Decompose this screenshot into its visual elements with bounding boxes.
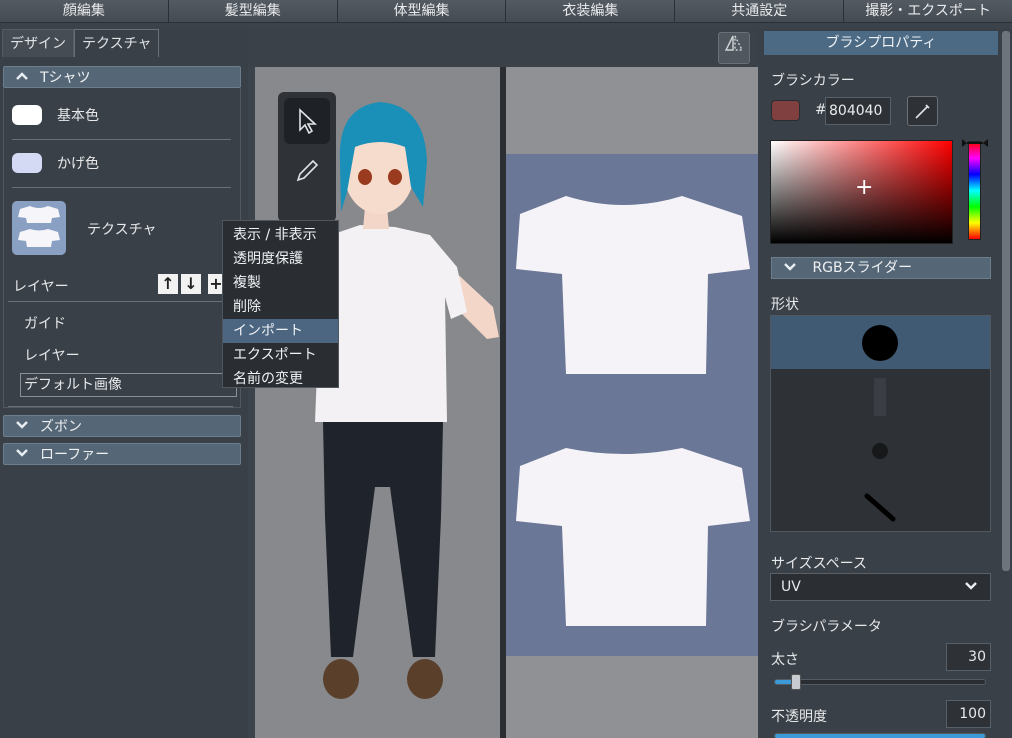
- pencil-icon: [284, 159, 330, 198]
- brush-shapes: [862, 325, 898, 522]
- arrow-up-icon: ↑: [161, 274, 175, 293]
- texture-label: テクスチャ: [87, 222, 157, 238]
- mirror-icon: [724, 35, 744, 56]
- brush-color-swatch[interactable]: [771, 100, 800, 121]
- mirror-button[interactable]: [718, 32, 750, 64]
- crosshair-icon: +: [855, 175, 874, 200]
- layer-up-button[interactable]: ↑: [158, 274, 178, 294]
- select-tool-button[interactable]: [284, 98, 330, 144]
- tab-body[interactable]: 体型編集: [337, 0, 507, 22]
- menu-item-toggle-visibility[interactable]: 表示 / 非表示: [223, 223, 338, 247]
- chevron-down-icon: [772, 258, 808, 278]
- section-pants-header[interactable]: ズボン: [3, 415, 241, 437]
- chevron-down-icon: [4, 419, 40, 433]
- divider: [8, 406, 233, 407]
- brush-shape-list: [770, 315, 991, 532]
- brush-properties-panel: ブラシプロパティ ブラシカラー # 804040 + RGBスライダー 形状 サ…: [758, 29, 1012, 738]
- rgb-slider-label: RGBスライダー: [812, 260, 913, 276]
- right-panel-scrollbar[interactable]: [1002, 31, 1010, 571]
- opacity-slider-fill: [775, 734, 985, 738]
- shadow-color-row[interactable]: かげ色: [12, 153, 99, 173]
- hue-slider[interactable]: [968, 141, 981, 240]
- subtab-design[interactable]: デザイン: [2, 29, 74, 57]
- layer-context-menu: 表示 / 非表示 透明度保護 複製 削除 インポート エクスポート 名前の変更: [222, 220, 339, 388]
- shape-label: 形状: [771, 297, 799, 313]
- opacity-input[interactable]: 100: [946, 700, 991, 728]
- base-color-swatch[interactable]: [12, 105, 42, 125]
- plus-icon: +: [209, 274, 223, 293]
- pencil-tool-button[interactable]: [284, 148, 330, 194]
- eyedropper-button[interactable]: [907, 96, 938, 126]
- shadow-color-label: かげ色: [57, 156, 99, 172]
- texture-thumbnail[interactable]: [12, 201, 66, 255]
- brush-color-label: ブラシカラー: [771, 73, 855, 89]
- size-space-label: サイズスペース: [771, 556, 867, 572]
- thickness-label: 太さ: [771, 652, 799, 668]
- menu-item-alpha-lock[interactable]: 透明度保護: [223, 247, 338, 271]
- layer-item-guide[interactable]: ガイド: [24, 313, 66, 333]
- chevron-down-icon: [964, 574, 978, 600]
- section-shoes-label: ローファー: [40, 447, 110, 463]
- brush-params-label: ブラシパラメータ: [771, 619, 882, 635]
- top-tab-bar: 顔編集 髪型編集 体型編集 衣装編集 共通設定 撮影・エクスポート: [0, 0, 1012, 23]
- tab-face[interactable]: 顔編集: [0, 0, 169, 22]
- layer-item-layer[interactable]: レイヤー: [24, 345, 80, 365]
- tool-strip: [278, 92, 336, 222]
- rgb-slider-header[interactable]: RGBスライダー: [771, 257, 991, 279]
- tab-outfit[interactable]: 衣装編集: [506, 0, 676, 22]
- size-space-value: UV: [781, 579, 801, 595]
- hue-marker-icon[interactable]: [962, 139, 988, 147]
- section-tshirt-header[interactable]: Tシャツ: [3, 66, 241, 88]
- saturation-value-picker[interactable]: +: [770, 140, 953, 244]
- tab-photo-export[interactable]: 撮影・エクスポート: [844, 0, 1012, 22]
- chevron-up-icon: [4, 70, 40, 84]
- menu-item-export[interactable]: エクスポート: [223, 343, 338, 367]
- divider: [12, 139, 231, 140]
- tab-hair[interactable]: 髪型編集: [168, 0, 338, 22]
- divider: [8, 301, 233, 302]
- section-tshirt-label: Tシャツ: [40, 70, 91, 86]
- chevron-down-icon: [4, 447, 40, 461]
- layer-label: レイヤー: [13, 279, 69, 295]
- thickness-input[interactable]: 30: [946, 643, 991, 671]
- layer-item-default-image[interactable]: デフォルト画像: [20, 373, 237, 397]
- uv-shirt-layout: [516, 196, 750, 626]
- base-color-row[interactable]: 基本色: [12, 105, 99, 125]
- brush-properties-header: ブラシプロパティ: [764, 31, 998, 55]
- subtab-bar: デザイン テクスチャ: [0, 29, 248, 57]
- menu-item-import[interactable]: インポート: [223, 319, 338, 343]
- left-panel: デザイン テクスチャ Tシャツ 基本色 かげ色 テクスチャ レイヤー ↑ ↓ +…: [0, 29, 248, 738]
- subtab-texture[interactable]: テクスチャ: [74, 29, 160, 57]
- opacity-label: 不透明度: [771, 709, 827, 725]
- uv-canvas[interactable]: [506, 154, 758, 656]
- divider: [12, 187, 231, 188]
- shadow-color-swatch[interactable]: [12, 153, 42, 173]
- tab-common-settings[interactable]: 共通設定: [675, 0, 845, 22]
- arrow-down-icon: ↓: [184, 274, 198, 293]
- section-pants-label: ズボン: [40, 419, 82, 435]
- section-shoes-header[interactable]: ローファー: [3, 443, 241, 465]
- cursor-icon: [284, 108, 330, 148]
- eyedropper-icon: [908, 104, 937, 129]
- uv-texture-view[interactable]: [506, 67, 758, 738]
- thickness-slider[interactable]: [774, 674, 986, 690]
- size-space-dropdown[interactable]: UV: [770, 573, 991, 601]
- opacity-slider[interactable]: [774, 733, 986, 738]
- menu-item-duplicate[interactable]: 複製: [223, 271, 338, 295]
- base-color-label: 基本色: [57, 108, 99, 124]
- layer-down-button[interactable]: ↓: [181, 274, 201, 294]
- menu-item-delete[interactable]: 削除: [223, 295, 338, 319]
- thickness-slider-thumb[interactable]: [791, 674, 801, 690]
- menu-item-rename[interactable]: 名前の変更: [223, 367, 338, 391]
- hex-color-input[interactable]: 804040: [825, 97, 891, 125]
- viewport-toolbar: [248, 29, 758, 67]
